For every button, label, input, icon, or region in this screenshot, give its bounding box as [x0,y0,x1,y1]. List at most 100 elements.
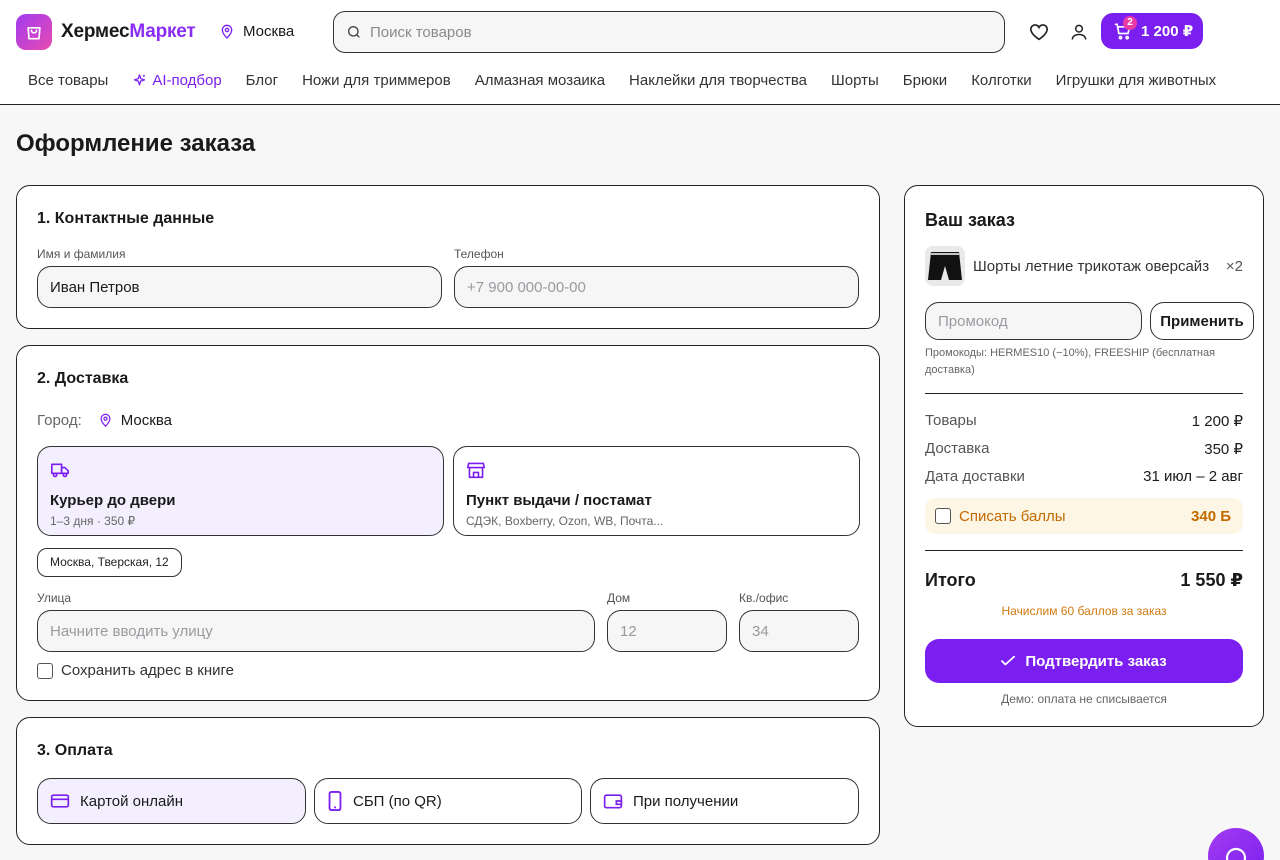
divider [925,393,1243,394]
courier-option[interactable]: Курьер до двери 1–3 дня · 350 ₽ [37,446,444,536]
courier-subtitle: 1–3 дня · 350 ₽ [50,514,136,528]
nav-item-pet-toys[interactable]: Игрушки для животных [1044,72,1229,89]
shorts-image [928,252,962,280]
search-icon [348,26,360,38]
payment-option-sbp[interactable]: СБП (по QR) [314,778,582,824]
city-selector[interactable]: Москва [219,23,294,40]
house-label: Дом [607,591,631,605]
nav-item-blog[interactable]: Блог [234,72,290,89]
nav-item-tights[interactable]: Колготки [959,72,1043,89]
bonus-note: Начислим 60 баллов за заказ [1001,604,1167,618]
total-label: Итого [925,570,976,590]
phone-icon [328,791,342,811]
house-input[interactable] [607,610,727,652]
delivery-date-label: Дата доставки [925,468,1025,485]
apt-input[interactable] [739,610,859,652]
contacts-card: 1. Контактные данные Имя и фамилия Телеф… [16,185,880,329]
name-input[interactable] [37,266,442,308]
truck-icon [50,463,69,478]
save-address-checkbox[interactable] [37,662,53,679]
payment-card: 3. Оплата Картой онлайн СБП (по QR) При … [16,717,880,845]
confirm-order-label: Подтвердить заказ [1025,652,1167,670]
delivery-city-selector[interactable]: Москва [98,412,172,429]
brand-name: ХермесМаркет [61,21,196,43]
delivery-cost-value: 350 ₽ [1204,441,1243,458]
payment-title: 3. Оплата [37,742,113,759]
delivery-city: Город: Москва [37,412,172,429]
product-name: Шорты летние трикотаж оверсайз [973,258,1210,275]
payment-option-card[interactable]: Картой онлайн [37,778,306,824]
chat-icon [1225,847,1247,860]
delivery-cost-label: Доставка [925,440,990,457]
heart-icon [1029,24,1049,41]
payment-option-sbp-label: СБП (по QR) [353,792,442,810]
location-pin-icon [221,24,233,39]
favorites-button[interactable] [1027,20,1051,44]
pickup-subtitle: СДЭК, Boxberry, Ozon, WB, Почта... [466,514,664,528]
payment-option-cash[interactable]: При получении [590,778,859,824]
store-icon [467,462,485,479]
nav-item-ai[interactable]: AI-подбор [120,72,233,89]
product-thumbnail [925,246,965,286]
nav-item-all[interactable]: Все товары [16,72,120,89]
goods-label: Товары [925,412,977,429]
shopping-bag-icon [16,14,52,50]
saved-address-chip[interactable]: Москва, Тверская, 12 [37,548,182,577]
cart-total: 1 200 ₽ [1141,23,1194,40]
order-title: Ваш заказ [925,210,1015,230]
category-nav: Все товары AI-подбор Блог Ножи для тримм… [16,66,1280,94]
chat-fab-button[interactable] [1208,828,1264,860]
nav-item-diamond-mosaic[interactable]: Алмазная мозаика [463,72,617,89]
page-title: Оформление заказа [16,130,256,157]
nav-item-ai-label: AI-подбор [152,71,222,89]
contacts-title: 1. Контактные данные [37,210,215,227]
city-name: Москва [243,23,295,40]
site-header: ХермесМаркет Москва 2 1 200 ₽ Все товары… [0,0,1280,105]
search-input[interactable] [370,23,970,41]
total-row: Итого 1 550 ₽ [925,570,1243,591]
pickup-title: Пункт выдачи / постамат [466,492,652,509]
street-label: Улица [37,591,72,605]
demo-note: Демо: оплата не списывается [1001,692,1167,706]
cart-count-badge: 2 [1123,16,1137,30]
confirm-order-button[interactable]: Подтвердить заказ [925,639,1243,683]
delivery-date-row: Дата доставки 31 июл – 2 авг [925,468,1243,485]
location-pin-icon [100,413,111,427]
points-checkbox[interactable] [935,508,951,524]
pickup-option[interactable]: Пункт выдачи / постамат СДЭК, Boxberry, … [453,446,860,536]
cart-button[interactable]: 2 1 200 ₽ [1101,13,1203,49]
delivery-date-value: 31 июл – 2 авг [1143,468,1243,485]
goods-row: Товары 1 200 ₽ [925,412,1243,430]
points-row: Списать баллы 340 Б [925,498,1243,534]
wallet-icon [603,794,623,809]
points-label: Списать баллы [959,507,1066,525]
nav-item-stickers[interactable]: Наклейки для творчества [617,72,819,89]
nav-item-trimmer-knives[interactable]: Ножи для триммеров [290,72,463,89]
brand-part1: Хермес [61,21,130,42]
name-label: Имя и фамилия [37,247,126,261]
nav-item-trousers[interactable]: Брюки [891,72,959,89]
apply-promo-button[interactable]: Применить [1150,302,1254,340]
order-summary-card: Ваш заказ Шорты летние трикотаж оверсайз… [904,185,1264,727]
logo[interactable]: ХермесМаркет [16,14,196,50]
profile-button[interactable] [1067,20,1091,44]
street-input[interactable] [37,610,595,652]
total-value: 1 550 ₽ [1180,570,1243,590]
product-qty: ×2 [1225,258,1243,275]
user-icon [1071,24,1087,40]
phone-input[interactable] [454,266,859,308]
courier-title: Курьер до двери [50,492,176,509]
delivery-title: 2. Доставка [37,370,129,387]
sparkle-icon [134,73,146,85]
phone-label: Телефон [454,247,504,261]
promo-input[interactable] [925,302,1142,340]
search-box [333,11,1005,53]
delivery-city-name: Москва [120,412,172,429]
brand-part2: Маркет [129,21,196,42]
payment-option-cash-label: При получении [633,792,739,810]
credit-card-icon [50,794,70,808]
delivery-card: 2. Доставка Город: Москва Курьер до двер… [16,345,880,701]
nav-item-shorts[interactable]: Шорты [819,72,891,89]
save-address-row: Сохранить адрес в книге [37,662,234,679]
points-value: 340 Б [1191,507,1231,525]
